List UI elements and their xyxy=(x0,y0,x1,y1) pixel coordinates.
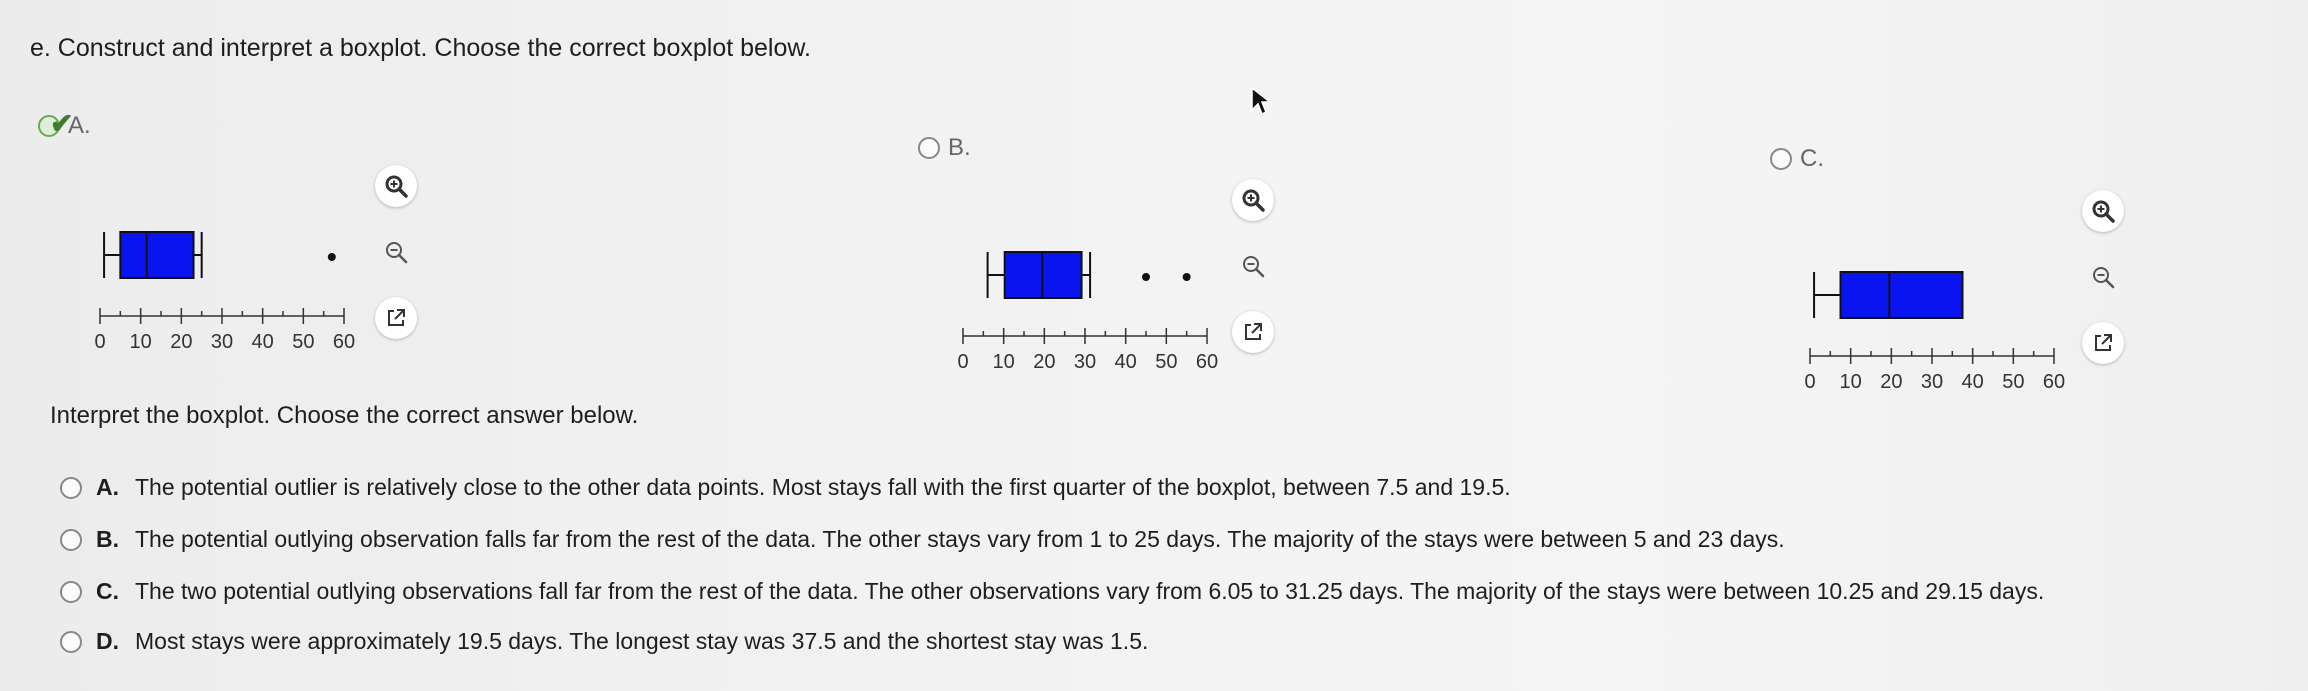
outlier-point xyxy=(1182,273,1191,281)
boxplot-option-c[interactable]: C. xyxy=(1770,145,1824,173)
tick-label: 40 xyxy=(252,331,274,353)
zoom-out-button[interactable] xyxy=(2082,256,2124,298)
answer-d-letter: D. xyxy=(96,628,119,654)
tick-label: 40 xyxy=(1962,371,1984,393)
tick-label: 30 xyxy=(211,331,233,353)
zoom-out-icon xyxy=(1243,256,1265,278)
answer-c-letter: C. xyxy=(96,578,119,604)
answer-option-c[interactable]: C. The two potential outlying observatio… xyxy=(60,578,2044,605)
question-text: e. Construct and interpret a boxplot. Ch… xyxy=(30,34,812,62)
answer-b-radio[interactable] xyxy=(60,528,82,551)
zoom-in-icon xyxy=(1242,189,1265,212)
tick-label: 60 xyxy=(1196,351,1218,373)
answer-a-letter: A. xyxy=(96,474,119,500)
boxplot-option-a[interactable]: ✔ A. xyxy=(38,108,91,140)
zoom-in-icon xyxy=(385,175,408,198)
boxplot-chart-a: 0 10 20 30 40 50 60 xyxy=(94,231,355,353)
zoom-out-icon xyxy=(2093,267,2115,289)
tick-label: 10 xyxy=(130,331,152,353)
outlier-point xyxy=(327,253,336,261)
zoom-out-icon xyxy=(386,242,408,264)
zoom-in-button[interactable] xyxy=(1232,179,1274,221)
tick-label: 60 xyxy=(333,331,355,353)
tick-label: 40 xyxy=(1115,351,1137,373)
tick-label: 50 xyxy=(1155,351,1177,373)
zoom-out-button[interactable] xyxy=(375,231,417,273)
iqr-box xyxy=(119,231,195,279)
mouse-cursor-icon xyxy=(1251,86,1272,116)
zoom-out-button[interactable] xyxy=(1232,245,1274,287)
option-a-radio[interactable]: ✔ xyxy=(38,108,73,139)
tick-label: 20 xyxy=(170,331,192,353)
answer-option-d[interactable]: D. Most stays were approximately 19.5 da… xyxy=(60,628,1148,655)
external-link-icon xyxy=(388,309,405,326)
checkmark-icon: ✔ xyxy=(50,108,74,139)
open-new-window-button[interactable] xyxy=(2082,322,2124,364)
tick-label: 20 xyxy=(1880,371,1902,393)
answer-d-radio[interactable] xyxy=(60,630,82,653)
tick-label: 0 xyxy=(957,351,968,373)
answer-b-text: The potential outlying observation falls… xyxy=(135,526,1785,552)
option-b-radio[interactable] xyxy=(918,137,940,159)
answer-a-text: The potential outlier is relatively clos… xyxy=(135,474,1511,500)
boxplot-chart-c: 0 10 20 30 40 50 60 xyxy=(1804,271,2065,393)
boxplot-option-b[interactable]: B. xyxy=(918,134,971,162)
external-link-icon xyxy=(1245,323,1262,340)
tick-label: 10 xyxy=(1840,371,1862,393)
tick-label: 20 xyxy=(1033,351,1055,373)
tick-label: 30 xyxy=(1074,351,1096,373)
answer-a-radio[interactable] xyxy=(60,476,82,499)
option-c-label: C. xyxy=(1800,145,1824,172)
zoom-in-button[interactable] xyxy=(375,165,417,207)
boxplot-chart-b: 0 10 20 30 40 50 60 xyxy=(957,251,1218,373)
answer-b-letter: B. xyxy=(96,526,119,552)
answer-d-text: Most stays were approximately 19.5 days.… xyxy=(135,628,1149,654)
answer-option-b[interactable]: B. The potential outlying observation fa… xyxy=(60,526,1785,553)
open-new-window-button[interactable] xyxy=(375,297,417,339)
tick-label: 50 xyxy=(292,331,314,353)
tick-label: 60 xyxy=(2043,371,2065,393)
external-link-icon xyxy=(2095,334,2112,351)
answer-c-text: The two potential outlying observations … xyxy=(135,578,2045,604)
tick-label: 0 xyxy=(94,331,105,353)
tick-label: 0 xyxy=(1804,371,1815,393)
outlier-point xyxy=(1142,273,1150,281)
zoom-in-button[interactable] xyxy=(2082,190,2124,232)
option-b-label: B. xyxy=(948,134,971,161)
iqr-box xyxy=(1839,271,1964,319)
open-new-window-button[interactable] xyxy=(1232,311,1274,353)
tick-label: 10 xyxy=(993,351,1015,373)
zoom-in-icon xyxy=(2092,200,2115,223)
tick-label: 50 xyxy=(2002,371,2024,393)
tick-label: 30 xyxy=(1921,371,1943,393)
answer-option-a[interactable]: A. The potential outlier is relatively c… xyxy=(60,474,1511,501)
option-c-radio[interactable] xyxy=(1770,148,1792,170)
interpret-prompt: Interpret the boxplot. Choose the correc… xyxy=(50,402,639,429)
answer-c-radio[interactable] xyxy=(60,580,82,603)
